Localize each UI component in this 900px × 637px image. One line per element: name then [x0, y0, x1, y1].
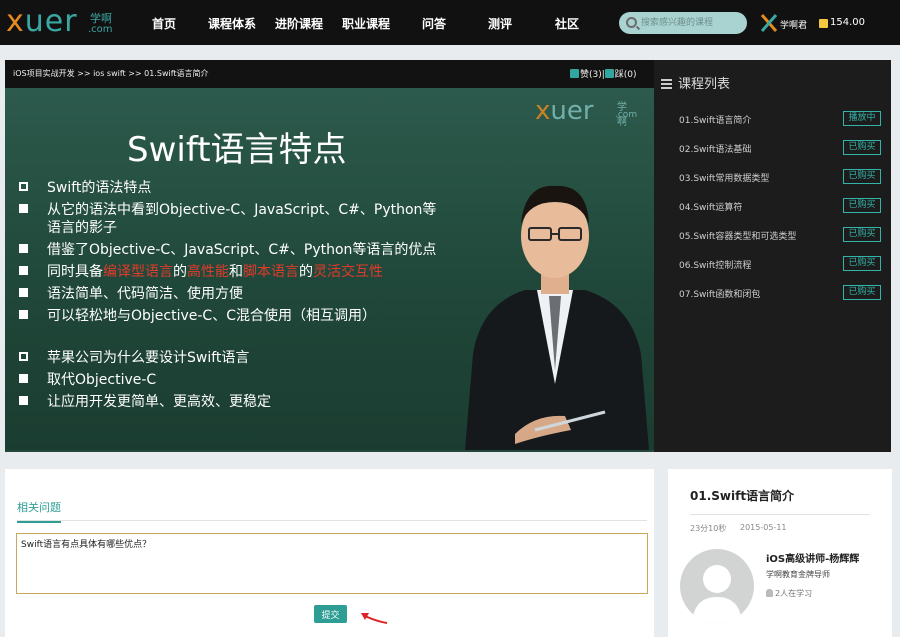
- nav-assessment[interactable]: 测评: [488, 15, 512, 32]
- course-list-title: 课程列表: [678, 77, 731, 92]
- submit-button[interactable]: 提交: [314, 605, 347, 623]
- nav-course-system[interactable]: 课程体系: [208, 15, 256, 32]
- person-icon: [766, 589, 773, 597]
- search-input[interactable]: [641, 15, 741, 31]
- avatar[interactable]: [680, 549, 754, 623]
- nav-home[interactable]: 首页: [152, 15, 176, 32]
- learner-count: 2人在学习: [766, 588, 812, 599]
- nav-community[interactable]: 社区: [555, 15, 579, 32]
- course-item[interactable]: 04.Swift运算符 已购买: [679, 198, 881, 214]
- search-icon[interactable]: [626, 17, 637, 28]
- presenter-image: [465, 185, 649, 450]
- course-status-tag: 已购买: [843, 169, 881, 184]
- course-item[interactable]: 01.Swift语言简介 播放中: [679, 111, 881, 127]
- player-toolbar: iOS项目实战开发 >> ios swift >> 01.Swift语言简介 赞…: [5, 60, 654, 88]
- learner-count-text: 2人在学习: [775, 589, 813, 598]
- nav-advanced-courses[interactable]: 进阶课程: [275, 15, 323, 32]
- vote-area: 赞(3)| 踩(0): [570, 67, 637, 80]
- user-name[interactable]: 学啊君: [780, 18, 807, 31]
- slide-logo-com: .com: [615, 110, 638, 120]
- question-input[interactable]: [16, 533, 648, 594]
- course-item[interactable]: 06.Swift控制流程 已购买: [679, 256, 881, 272]
- coin-icon: [819, 19, 828, 28]
- lesson-title: 01.Swift语言简介: [690, 489, 795, 503]
- nav-career-courses[interactable]: 职业课程: [342, 15, 390, 32]
- course-status-tag: 播放中: [843, 111, 881, 126]
- course-item[interactable]: 03.Swift常用数据类型 已购买: [679, 169, 881, 185]
- course-item[interactable]: 07.Swift函数和闭包 已购买: [679, 285, 881, 301]
- course-status-tag: 已购买: [843, 140, 881, 155]
- divider: [17, 520, 647, 521]
- related-questions-panel: 相关问题 提交: [5, 469, 654, 637]
- top-nav-bar: xuer 学啊 .com 首页 课程体系 进阶课程 职业课程 问答 测评 社区 …: [0, 0, 900, 45]
- course-item[interactable]: 02.Swift语法基础 已购买: [679, 140, 881, 156]
- list-icon: [661, 79, 672, 89]
- breadcrumb[interactable]: iOS项目实战开发 >> ios swift >> 01.Swift语言简介: [13, 68, 209, 79]
- video-frame[interactable]: xuer 学啊 .com Swift语言特点 Swift的语法特点 从它的语法中…: [5, 88, 654, 450]
- course-status-tag: 已购买: [843, 227, 881, 242]
- like-count[interactable]: 赞(3): [580, 70, 602, 80]
- course-item[interactable]: 05.Swift容器类型和可选类型 已购买: [679, 227, 881, 243]
- course-status-tag: 已购买: [843, 198, 881, 213]
- site-logo[interactable]: xuer 学啊 .com: [6, 4, 116, 39]
- red-arrow-annotation: [361, 613, 388, 624]
- course-status-tag: 已购买: [843, 256, 881, 271]
- dislike-count[interactable]: 踩(0): [615, 70, 637, 80]
- course-status-tag: 已购买: [843, 285, 881, 300]
- logo-text: xuer: [6, 4, 78, 39]
- coin-balance: 154.00: [830, 17, 865, 28]
- logo-com: .com: [88, 24, 113, 35]
- thumbs-up-icon[interactable]: [570, 69, 579, 78]
- lesson-date: 2015-05-11: [740, 523, 787, 532]
- video-player[interactable]: iOS项目实战开发 >> ios swift >> 01.Swift语言简介 赞…: [5, 60, 654, 452]
- user-logo-icon[interactable]: [760, 14, 778, 32]
- course-list-panel: 课程列表 01.Swift语言简介 播放中 02.Swift语法基础 已购买 03.…: [654, 60, 891, 452]
- lesson-info-panel: 01.Swift语言简介 23分10秒 2015-05-11 iOS高级讲师-杨…: [668, 469, 892, 637]
- thumbs-down-icon[interactable]: [604, 69, 614, 78]
- slide-watermark-logo: xuer 学啊 .com: [535, 96, 638, 128]
- divider: [690, 514, 870, 515]
- teacher-name[interactable]: iOS高级讲师-杨辉辉: [766, 550, 859, 565]
- lesson-duration: 23分10秒: [690, 524, 727, 533]
- nav-qa[interactable]: 问答: [422, 15, 446, 32]
- teacher-org: 学啊教育金牌导师: [766, 570, 830, 579]
- course-list-header: 课程列表: [661, 73, 730, 92]
- slide-title: Swift语言特点: [127, 130, 347, 170]
- search-box[interactable]: [619, 12, 747, 34]
